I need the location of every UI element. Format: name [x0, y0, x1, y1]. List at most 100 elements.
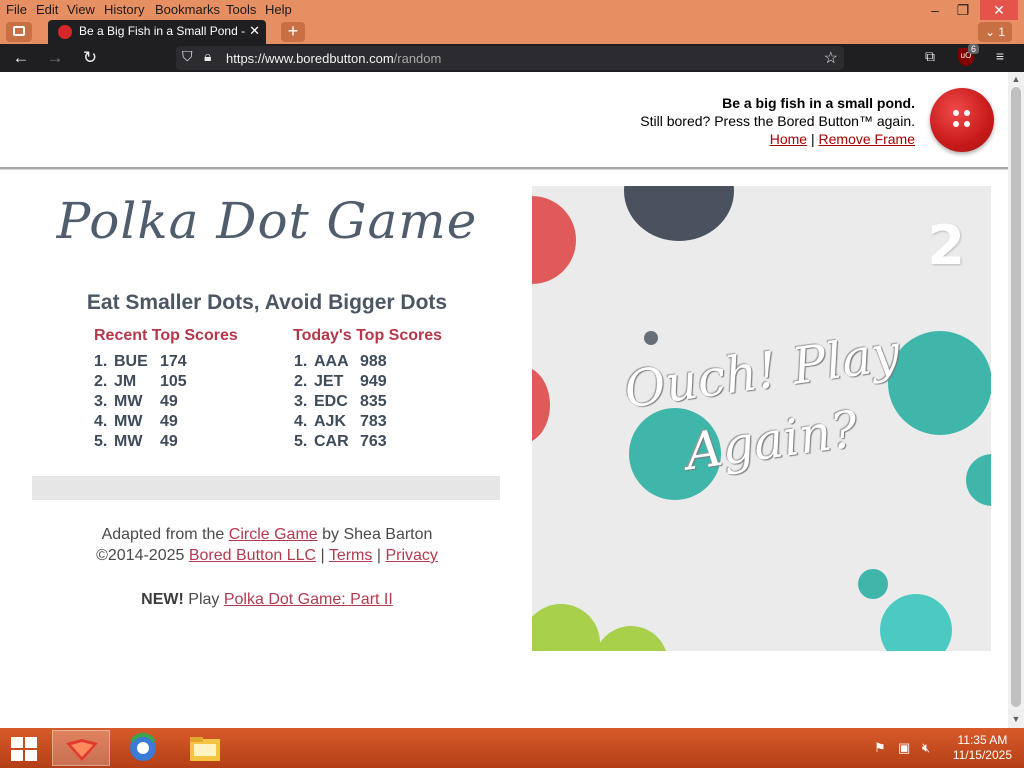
- volume-mute-icon[interactable]: 🔇︎: [922, 740, 930, 756]
- score-row: 3. MW 49: [94, 393, 178, 410]
- url-path: /random: [393, 51, 442, 66]
- lime-dot: [594, 626, 668, 651]
- window-close-icon[interactable]: ✕: [980, 0, 1018, 20]
- score-row: 4. AJK 783: [294, 413, 387, 430]
- forward-arrow-icon[interactable]: →: [42, 46, 68, 70]
- score-row: 4. MW 49: [94, 413, 178, 430]
- remove-frame-link[interactable]: Remove Frame: [819, 131, 915, 147]
- play-text: Play: [188, 591, 220, 608]
- taskbar-file-explorer-app[interactable]: [176, 730, 234, 766]
- gray-dot: [644, 331, 658, 345]
- teal-dot: [966, 454, 991, 506]
- ublock-badge: 6: [968, 44, 980, 54]
- pipe-separator: |: [376, 547, 381, 564]
- taskbar-firefox-app[interactable]: [52, 730, 110, 766]
- active-tab[interactable]: Be a Big Fish in a Small Pond - B ✕: [48, 20, 266, 44]
- action-center-flag-icon[interactable]: ⚑: [874, 740, 886, 756]
- menu-view[interactable]: View: [67, 2, 95, 17]
- browser-globe-icon: [130, 733, 156, 761]
- lime-dot: [532, 604, 600, 651]
- new-game-promo: NEW! Play Polka Dot Game: Part II: [30, 591, 504, 609]
- copyright-text: ©2014-2025: [96, 547, 185, 564]
- url-bar[interactable]: ⛉ 🔒︎ https://www.boredbutton.com/random …: [176, 46, 844, 70]
- tab-count: 1: [998, 25, 1006, 39]
- bored-button-llc-link[interactable]: Bored Button LLC: [189, 547, 316, 564]
- recent-scores-heading: Recent Top Scores: [94, 327, 238, 344]
- adapted-prefix: Adapted from the: [101, 526, 225, 543]
- teal-dot: [880, 594, 952, 651]
- menu-history[interactable]: History: [104, 2, 144, 17]
- windows-taskbar: ⚑ ▣ 🔇︎ 11:35 AM 11/15/2025: [0, 728, 1024, 768]
- bookmark-star-icon[interactable]: ☆: [824, 48, 838, 68]
- back-arrow-icon[interactable]: ←: [8, 46, 34, 70]
- scroll-down-icon[interactable]: ▼: [1008, 712, 1024, 726]
- scrollbar-thumb[interactable]: [1011, 87, 1021, 707]
- frame-divider: [0, 167, 1008, 170]
- recent-scores-list: 1. BUE 174 2. JM 105 3. MW 49 4. MW 49 5. MW 49: [94, 352, 187, 452]
- score-row: 3. EDC 835: [294, 393, 387, 410]
- game-canvas[interactable]: 2 Ouch! Play Again?: [532, 186, 991, 651]
- play-again-message[interactable]: Ouch! Play Again?: [609, 316, 926, 496]
- tab-close-icon[interactable]: ✕: [249, 23, 260, 39]
- taskbar-chrome-app[interactable]: [114, 730, 172, 766]
- bored-button[interactable]: [930, 88, 994, 152]
- pipe-separator: |: [320, 547, 325, 564]
- menu-bookmarks[interactable]: Bookmarks: [155, 2, 220, 17]
- frame-links: Home | Remove Frame: [640, 130, 915, 148]
- tracking-shield-icon[interactable]: ⛉: [182, 48, 193, 65]
- score-row: 2. JM 105: [94, 373, 187, 390]
- frame-press-again-text: Still bored? Press the Bored Button™ aga…: [640, 113, 915, 129]
- menu-file[interactable]: File: [6, 2, 27, 17]
- network-icon[interactable]: ▣: [898, 740, 910, 756]
- circle-game-link[interactable]: Circle Game: [229, 526, 318, 543]
- score-row: 2. JET 949: [294, 373, 387, 390]
- folder-icon: [190, 737, 220, 761]
- firefox-view-button[interactable]: [6, 22, 32, 42]
- score-row: 1. AAA 988: [294, 353, 387, 370]
- clock-date: 11/15/2025: [952, 748, 1012, 762]
- menu-edit[interactable]: Edit: [36, 2, 58, 17]
- list-all-tabs-button[interactable]: ⌄ 1: [978, 22, 1012, 42]
- frame-header-text: Be a big fish in a small pond. Still bor…: [640, 94, 915, 148]
- red-dot: [532, 366, 550, 444]
- new-tab-button[interactable]: +: [281, 22, 305, 42]
- clock-time: 11:35 AM: [957, 733, 1008, 747]
- adapted-suffix: by Shea Barton: [322, 526, 433, 543]
- page-viewport: Be a big fish in a small pond. Still bor…: [0, 72, 1008, 728]
- link-separator: |: [811, 131, 815, 147]
- score-row: 5. MW 49: [94, 433, 178, 450]
- part-two-link[interactable]: Polka Dot Game: Part II: [224, 591, 393, 608]
- home-link[interactable]: Home: [770, 131, 807, 147]
- extensions-puzzle-icon[interactable]: ⧉: [920, 48, 940, 68]
- windows-logo-icon: [11, 737, 23, 748]
- score-row: 5. CAR 763: [294, 433, 387, 450]
- privacy-link[interactable]: Privacy: [385, 547, 437, 564]
- score-row: 1. BUE 174: [94, 353, 187, 370]
- bored-button-frame-header: Be a big fish in a small pond. Still bor…: [0, 72, 1008, 168]
- tab-bar: Be a Big Fish in a Small Pond - B ✕ + ⌄ …: [0, 20, 1024, 44]
- menu-bar: File Edit View History Bookmarks Tools H…: [0, 0, 1024, 20]
- new-label: NEW!: [141, 591, 184, 608]
- system-clock[interactable]: 11:35 AM 11/15/2025: [953, 733, 1012, 763]
- menu-hamburger-icon[interactable]: ≡: [990, 48, 1010, 68]
- credits: Adapted from the Circle Game by Shea Bar…: [30, 524, 504, 566]
- frame-tagline: Be a big fish in a small pond.: [722, 95, 915, 111]
- url-text[interactable]: https://www.boredbutton.com/random: [226, 51, 441, 66]
- game-score: 2: [927, 214, 965, 277]
- start-button[interactable]: [0, 728, 48, 768]
- reload-icon[interactable]: ↻: [77, 46, 103, 70]
- terms-link[interactable]: Terms: [329, 547, 373, 564]
- navigation-toolbar: ← → ↻ ⛉ 🔒︎ https://www.boredbutton.com/r…: [0, 44, 1024, 72]
- tab-title: Be a Big Fish in a Small Pond - B: [79, 24, 249, 38]
- menu-tools[interactable]: Tools: [226, 2, 256, 17]
- today-scores-list: 1. AAA 988 2. JET 949 3. EDC 835 4. AJK 783 5. CA…: [294, 352, 387, 452]
- lock-icon[interactable]: 🔒︎: [204, 48, 211, 65]
- url-host: https://www.boredbutton.com: [226, 51, 394, 66]
- today-scores-heading: Today's Top Scores: [293, 327, 443, 344]
- scroll-up-icon[interactable]: ▲: [1008, 72, 1024, 86]
- menu-help[interactable]: Help: [265, 2, 292, 17]
- teal-dot: [858, 569, 888, 599]
- restore-icon[interactable]: ❐: [946, 0, 980, 20]
- ad-placeholder-bar: [32, 476, 500, 500]
- button-holes-icon: [953, 110, 971, 128]
